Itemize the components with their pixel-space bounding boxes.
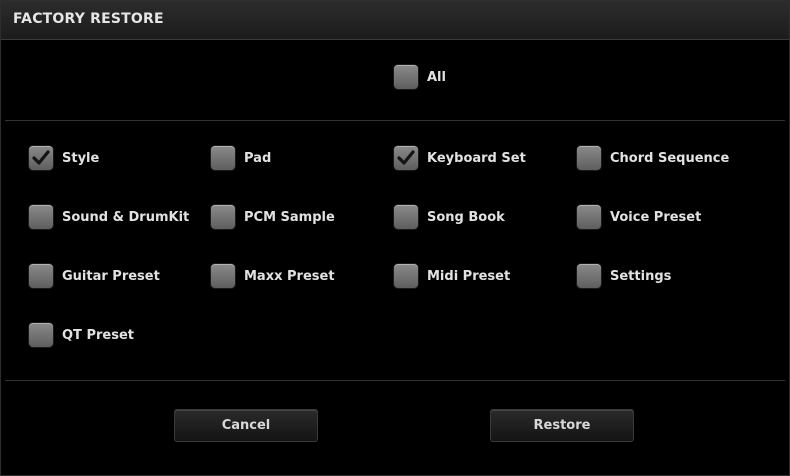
- divider: [5, 120, 785, 121]
- checkbox-box: [394, 264, 418, 288]
- checkmark-icon: [32, 150, 50, 165]
- checkbox-box: [211, 146, 235, 170]
- checkbox-label: Maxx Preset: [244, 268, 335, 284]
- checkbox-box: [29, 146, 53, 170]
- checkmark-icon: [397, 150, 415, 165]
- checkbox-box: [29, 323, 53, 347]
- restore-button[interactable]: Restore: [490, 409, 634, 442]
- checkbox-box: [394, 205, 418, 229]
- checkbox-voice-preset[interactable]: Voice Preset: [577, 203, 701, 231]
- checkbox-label: QT Preset: [62, 327, 134, 343]
- checkbox-label: PCM Sample: [244, 209, 335, 225]
- checkbox-label: Voice Preset: [610, 209, 702, 225]
- cancel-button[interactable]: Cancel: [174, 409, 318, 442]
- checkbox-pcm-sample[interactable]: PCM Sample: [211, 203, 335, 231]
- checkbox-label: Settings: [610, 268, 672, 284]
- checkbox-label: Chord Sequence: [610, 150, 730, 166]
- checkbox-chord-sequence[interactable]: Chord Sequence: [577, 144, 729, 172]
- checkbox-box: [577, 205, 601, 229]
- checkbox-keyboard-set[interactable]: Keyboard Set: [394, 144, 526, 172]
- checkbox-label: Midi Preset: [427, 268, 511, 284]
- checkbox-all[interactable]: All: [394, 63, 446, 91]
- checkbox-midi-preset[interactable]: Midi Preset: [394, 262, 510, 290]
- checkbox-label: Style: [62, 150, 100, 166]
- factory-restore-dialog: FACTORY RESTORE All Style Pad Keyboard S…: [0, 0, 790, 476]
- checkbox-box: [394, 146, 418, 170]
- checkbox-label: Song Book: [427, 209, 505, 225]
- divider: [5, 380, 785, 381]
- checkbox-label: Pad: [244, 150, 272, 166]
- checkbox-maxx-preset[interactable]: Maxx Preset: [211, 262, 335, 290]
- checkbox-box: [29, 205, 53, 229]
- checkbox-sound-drumkit[interactable]: Sound & DrumKit: [29, 203, 189, 231]
- checkbox-box: [29, 264, 53, 288]
- checkbox-label: Sound & DrumKit: [62, 209, 190, 225]
- checkbox-pad[interactable]: Pad: [211, 144, 271, 172]
- title-bar: FACTORY RESTORE: [1, 1, 789, 40]
- checkbox-box: [394, 65, 418, 89]
- checkbox-label: All: [427, 69, 446, 85]
- checkbox-settings[interactable]: Settings: [577, 262, 671, 290]
- checkbox-box: [211, 264, 235, 288]
- checkbox-box: [577, 146, 601, 170]
- checkbox-qt-preset[interactable]: QT Preset: [29, 321, 134, 349]
- checkbox-guitar-preset[interactable]: Guitar Preset: [29, 262, 160, 290]
- checkbox-label: Keyboard Set: [427, 150, 526, 166]
- checkbox-style[interactable]: Style: [29, 144, 99, 172]
- checkbox-song-book[interactable]: Song Book: [394, 203, 505, 231]
- checkbox-box: [211, 205, 235, 229]
- dialog-title: FACTORY RESTORE: [13, 11, 164, 27]
- checkbox-label: Guitar Preset: [62, 268, 160, 284]
- checkbox-box: [577, 264, 601, 288]
